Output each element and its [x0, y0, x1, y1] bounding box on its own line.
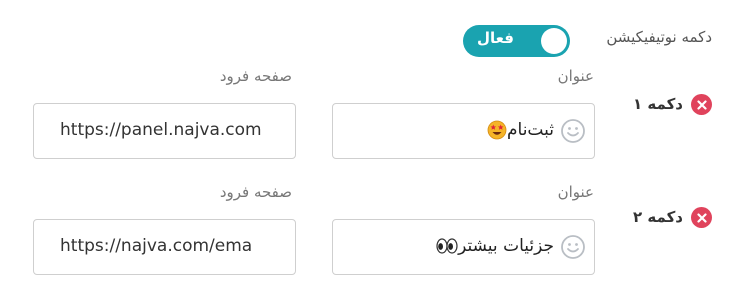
star-struck-emoji-icon	[487, 120, 507, 140]
smiley-icon[interactable]	[560, 118, 586, 144]
button-1-url-label: صفحه فرود	[219, 67, 292, 85]
button-2-title-input[interactable]: جزئیات بیشتر	[332, 219, 595, 275]
toggle-state-text: فعال	[477, 29, 514, 47]
toggle-knob	[541, 28, 567, 54]
button-1-url-value: https://panel.najva.com	[60, 120, 262, 140]
button-1-title-value-wrap: ثبت‌نام	[485, 120, 554, 140]
notification-toggle-label: دکمه نوتیفیکیشن	[606, 28, 712, 46]
button-2-label: دکمه ۲	[633, 208, 683, 226]
button-1-title-value: ثبت‌نام	[507, 120, 554, 140]
remove-button-1-icon[interactable]	[691, 94, 712, 115]
button-2-url-value: https://najva.com/ema	[60, 236, 253, 256]
button-1-title-label: عنوان	[557, 67, 594, 85]
eyes-emoji-icon	[436, 238, 458, 254]
button-2-title-value-wrap: جزئیات بیشتر	[434, 236, 554, 256]
button-2-url-label: صفحه فرود	[219, 183, 292, 201]
button-2-title-value: جزئیات بیشتر	[458, 236, 554, 256]
button-1-title-input[interactable]: ثبت‌نام	[332, 103, 595, 159]
notification-toggle[interactable]: فعال	[463, 25, 570, 57]
button-2-url-input[interactable]: https://najva.com/ema	[33, 219, 296, 275]
button-1-url-input[interactable]: https://panel.najva.com	[33, 103, 296, 159]
remove-button-2-icon[interactable]	[691, 207, 712, 228]
smiley-icon[interactable]	[560, 234, 586, 260]
button-1-label: دکمه ۱	[633, 95, 683, 113]
button-2-title-label: عنوان	[557, 183, 594, 201]
